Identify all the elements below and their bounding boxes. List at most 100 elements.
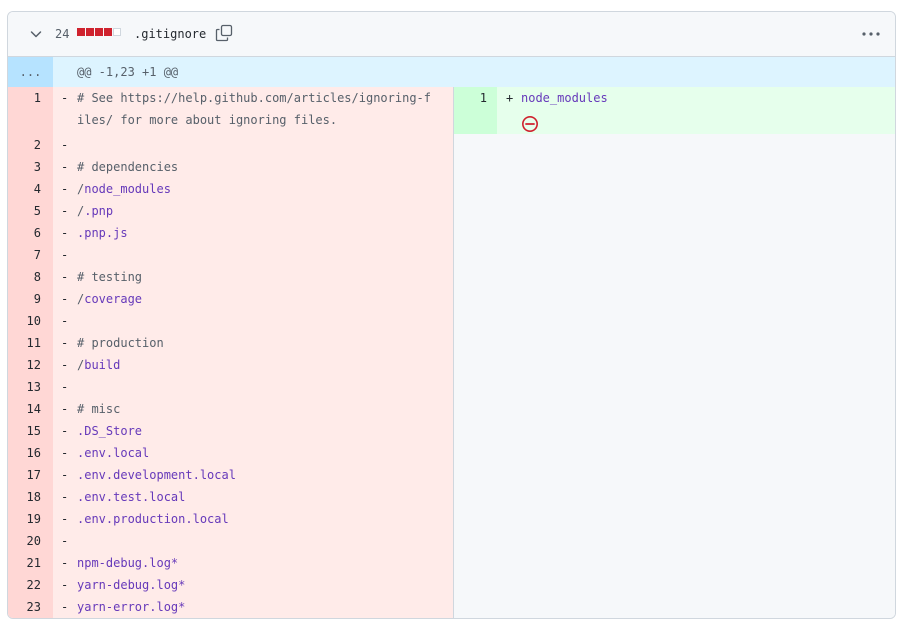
table-row: 17 - .env.development.local (8, 464, 453, 486)
line-number[interactable]: 2 (8, 134, 41, 156)
table-row: 5 -/.pnp (8, 200, 453, 222)
code-token: .DS_Store (77, 424, 143, 438)
table-row: 7- (8, 244, 453, 266)
line-number[interactable]: 5 (8, 200, 41, 222)
diff-sign: - (61, 578, 69, 592)
line-number[interactable]: 8 (8, 266, 41, 288)
file-name[interactable]: .gitignore (134, 26, 206, 42)
table-row: 23 - yarn-error.log* (8, 596, 453, 618)
code-token: coverage (84, 292, 143, 306)
table-row: 18 - .env.test.local (8, 486, 453, 508)
line-number[interactable]: 20 (8, 530, 41, 552)
line-number[interactable]: 1 (8, 87, 41, 109)
code-token: # See https://help.github.com/articles/i… (77, 91, 432, 127)
table-row: 21 - npm-debug.log* (8, 552, 453, 574)
diffstat-blocks (77, 28, 121, 36)
line-code: .env.test.local (77, 486, 437, 508)
line-number[interactable]: 4 (8, 178, 41, 200)
copy-icon[interactable] (215, 24, 233, 42)
code-token: .pnp (84, 204, 114, 218)
line-code: .env.local (77, 442, 437, 464)
line-number[interactable]: 3 (8, 156, 41, 178)
code-token: yarn-error.log* (77, 600, 186, 614)
diffstat-block (86, 28, 94, 36)
line-number[interactable]: 6 (8, 222, 41, 244)
diff-sign: - (61, 490, 69, 504)
line-code: # misc (77, 398, 437, 420)
code-token: # dependencies (77, 160, 179, 174)
table-row: 14 - # misc (8, 398, 453, 420)
chevron-down-icon[interactable] (28, 26, 44, 42)
line-number[interactable]: 23 (8, 596, 41, 618)
diff-sign: - (61, 160, 69, 174)
change-count: 24 (55, 27, 70, 41)
line-code: yarn-error.log* (77, 596, 437, 618)
diffstat-block (77, 28, 85, 36)
code-token: .pnp.js (77, 226, 128, 240)
code-token: npm-debug.log* (77, 556, 179, 570)
line-code: /.pnp (77, 200, 437, 222)
line-code: # See https://help.github.com/articles/i… (77, 87, 437, 131)
table-row: 4 -/node_modules (8, 178, 453, 200)
no-newline-icon (522, 116, 538, 132)
line-code: /coverage (77, 288, 437, 310)
table-row: 1 + node_modules (454, 87, 895, 134)
code-token: .env.local (77, 446, 150, 460)
diffstat-block (104, 28, 112, 36)
code-token: .env.development.local (77, 468, 236, 482)
line-code: /build (77, 354, 437, 376)
diff-sign: - (61, 138, 69, 152)
hunk-header: ... @@ -1,23 +1 @@ (8, 57, 895, 87)
line-number[interactable]: 13 (8, 376, 41, 398)
diff-sign: - (61, 512, 69, 526)
diffstat-block (95, 28, 103, 36)
line-number[interactable]: 21 (8, 552, 41, 574)
line-number[interactable]: 7 (8, 244, 41, 266)
line-code: .DS_Store (77, 420, 437, 442)
line-number[interactable]: 1 (454, 87, 487, 109)
code-token: yarn-debug.log* (77, 578, 186, 592)
line-number[interactable]: 9 (8, 288, 41, 310)
diff-sign: + (506, 91, 514, 105)
table-row: 15 - .DS_Store (8, 420, 453, 442)
diff-sign: - (61, 424, 69, 438)
line-number[interactable]: 12 (8, 354, 41, 376)
line-number[interactable]: 19 (8, 508, 41, 530)
table-row: 19 - .env.production.local (8, 508, 453, 530)
left-pane: 1- # See https://help.github.com/articles… (8, 87, 453, 618)
diff-sign: - (61, 358, 69, 372)
line-number[interactable]: 11 (8, 332, 41, 354)
expand-button[interactable]: ... (8, 57, 53, 87)
right-pane: 1 + node_modules (453, 87, 895, 618)
table-row: 1 - # See https://help.github.com/articles… (8, 87, 453, 134)
table-row: 20 - (8, 530, 453, 552)
file-header: 24 .gitignore (8, 12, 895, 57)
code-token: # misc (77, 402, 121, 416)
line-number[interactable]: 10 (8, 310, 41, 332)
table-row: 10 - (8, 310, 453, 332)
diff-sign: - (61, 292, 69, 306)
table-row: 12 -/build (8, 354, 453, 376)
line-number[interactable]: 16 (8, 442, 41, 464)
table-row: 3 - # dependencies (8, 156, 453, 178)
line-code: .pnp.js (77, 222, 437, 244)
kebab-menu-icon[interactable] (861, 26, 881, 42)
line-number[interactable]: 14 (8, 398, 41, 420)
diff-sign: - (61, 468, 69, 482)
line-number[interactable]: 22 (8, 574, 41, 596)
line-number[interactable]: 17 (8, 464, 41, 486)
split-diff: 1- # See https://help.github.com/articles… (8, 87, 895, 618)
table-row: 11 - # production (8, 332, 453, 354)
table-row: 13 - (8, 376, 453, 398)
line-number[interactable]: 15 (8, 420, 41, 442)
code-token: # production (77, 336, 164, 350)
code-token: build (84, 358, 121, 372)
diff-sign: - (61, 270, 69, 284)
code-token: .env.test.local (77, 490, 186, 504)
line-number[interactable]: 18 (8, 486, 41, 508)
diff-sign: - (61, 182, 69, 196)
hunk-range: @@ -1,23 +1 @@ (77, 65, 179, 79)
table-row: 22 - yarn-debug.log* (8, 574, 453, 596)
diff-sign: - (61, 556, 69, 570)
diff-sign: - (61, 314, 69, 328)
